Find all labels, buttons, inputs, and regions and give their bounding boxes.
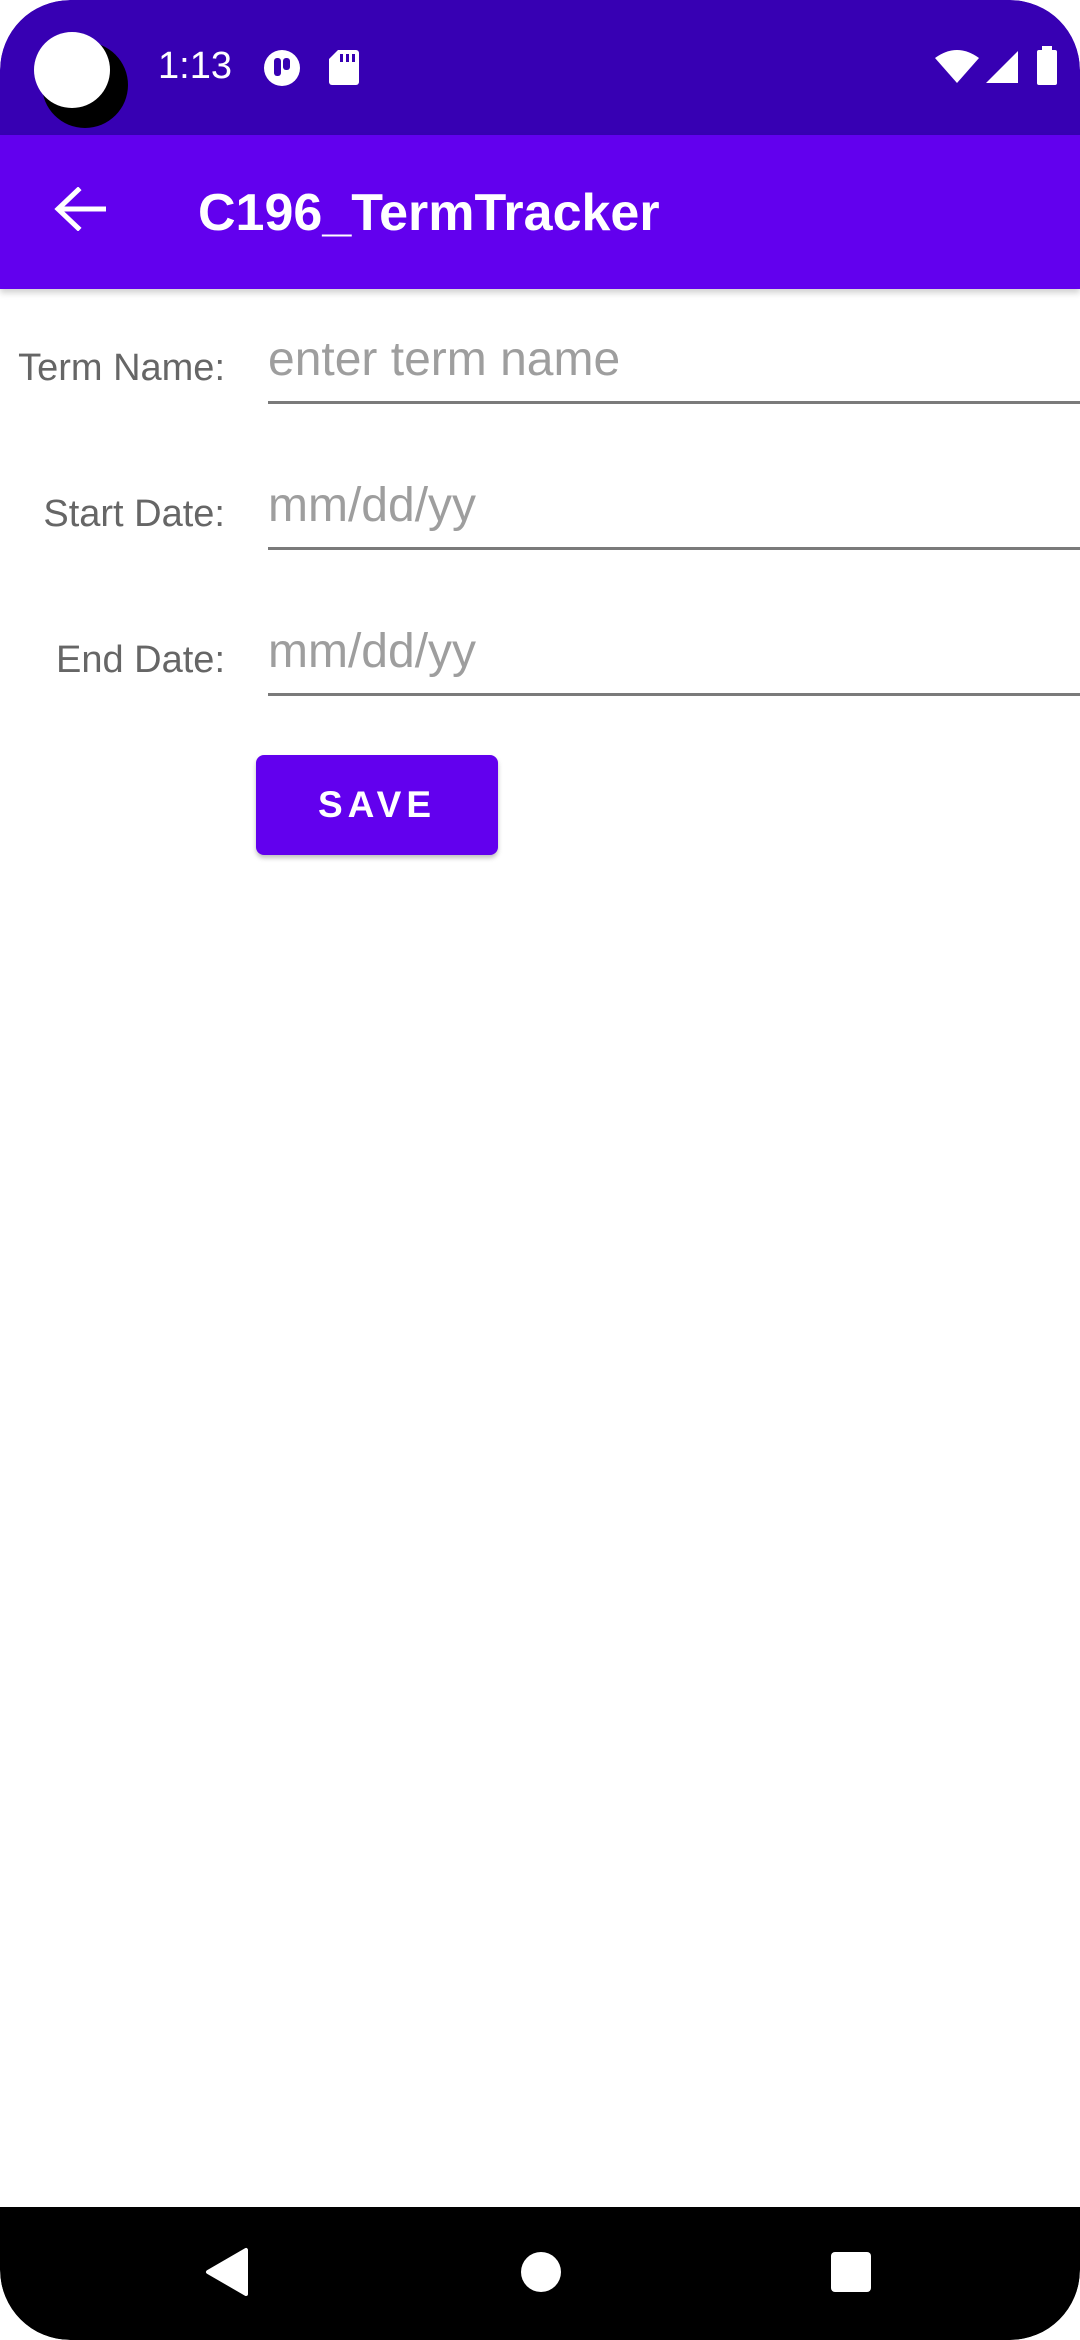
- home-circle-icon: [520, 2251, 562, 2298]
- app-title: C196_TermTracker: [198, 184, 660, 242]
- notification-app-icon: [262, 48, 302, 93]
- back-button[interactable]: [40, 171, 120, 251]
- end-date-label: End Date:: [56, 639, 225, 681]
- nav-back-button[interactable]: [192, 2239, 262, 2309]
- start-date-label: Start Date:: [43, 493, 225, 535]
- wifi-icon: [934, 50, 980, 89]
- status-time: 1:13: [158, 45, 232, 87]
- status-bar: 1:13: [0, 0, 1080, 135]
- term-name-row: Term Name:: [0, 324, 1080, 434]
- start-date-input[interactable]: [268, 470, 1080, 550]
- system-nav-bar: [0, 2207, 1080, 2340]
- term-name-label: Term Name:: [18, 347, 225, 389]
- end-date-input[interactable]: [268, 616, 1080, 696]
- term-name-input[interactable]: [268, 324, 1080, 404]
- start-date-row: Start Date:: [0, 470, 1080, 580]
- save-button[interactable]: SAVE: [256, 755, 498, 855]
- nav-home-button[interactable]: [506, 2239, 576, 2309]
- sd-card-icon: [328, 48, 360, 91]
- back-triangle-icon: [204, 2247, 250, 2302]
- battery-icon: [1036, 46, 1058, 91]
- end-date-row: End Date:: [0, 616, 1080, 726]
- app-bar: C196_TermTracker: [0, 135, 1080, 289]
- screen: 1:13 C196_TermTracker Term Name: enter t…: [0, 0, 1080, 2340]
- cell-signal-icon: [984, 50, 1020, 89]
- recents-square-icon: [830, 2251, 872, 2298]
- arrow-back-icon: [54, 185, 107, 236]
- camera-lens: [34, 32, 110, 108]
- nav-recents-button[interactable]: [816, 2239, 886, 2309]
